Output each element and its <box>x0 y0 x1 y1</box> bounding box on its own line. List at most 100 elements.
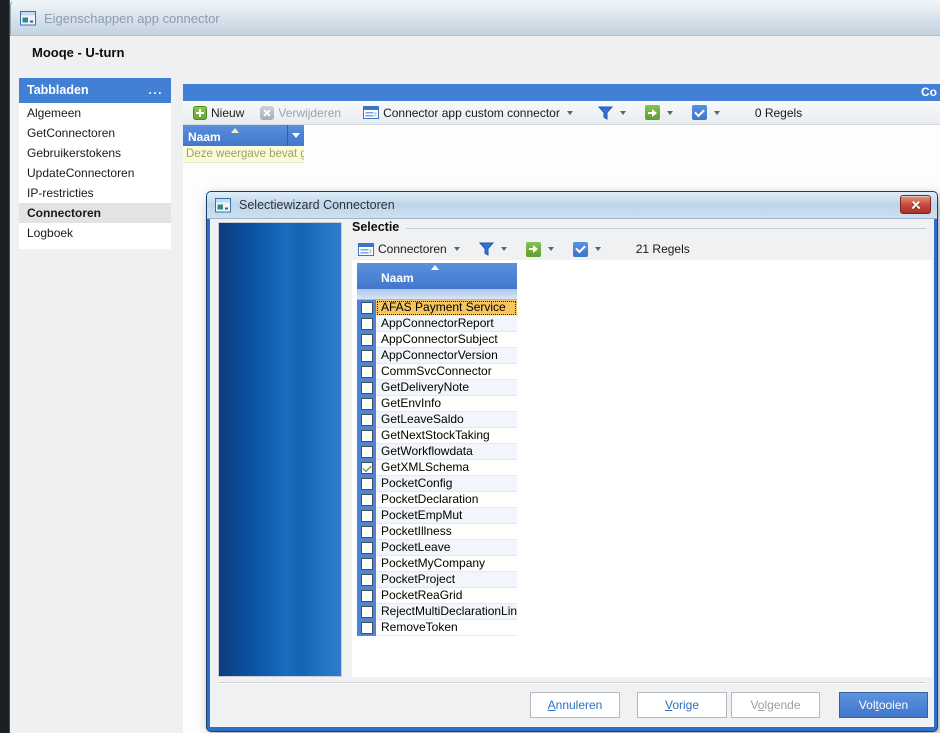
connector-name: PocketIllness <box>376 524 517 540</box>
delete-button[interactable]: Verwijderen <box>256 104 345 122</box>
row-checkbox[interactable] <box>361 318 373 330</box>
sidebar-item-getconnectoren[interactable]: GetConnectoren <box>19 123 171 143</box>
row-checkbox[interactable] <box>361 414 373 426</box>
connector-row-pocketreagrid[interactable]: PocketReaGrid <box>357 588 517 604</box>
filter-row[interactable] <box>357 289 517 300</box>
chevron-down-icon <box>454 247 460 251</box>
dialog-row-count: 21 Regels <box>636 242 690 256</box>
row-checkbox[interactable] <box>361 494 373 506</box>
connector-row-appconnectorreport[interactable]: AppConnectorReport <box>357 316 517 332</box>
connector-row-getnextstocktaking[interactable]: GetNextStockTaking <box>357 428 517 444</box>
dialog-selection-button[interactable] <box>569 240 608 259</box>
connector-row-getdeliverynote[interactable]: GetDeliveryNote <box>357 380 517 396</box>
row-checkbox[interactable] <box>361 542 373 554</box>
connector-row-appconnectorsubject[interactable]: AppConnectorSubject <box>357 332 517 348</box>
window-titlebar[interactable]: Eigenschappen app connector <box>10 0 940 36</box>
column-label: Naam <box>188 130 221 144</box>
footer-divider <box>218 682 926 684</box>
row-checkbox[interactable] <box>361 526 373 538</box>
connector-row-pocketillness[interactable]: PocketIllness <box>357 524 517 540</box>
dialog-export-button[interactable] <box>522 240 561 259</box>
connector-row-getworkflowdata[interactable]: GetWorkflowdata <box>357 444 517 460</box>
filter-button[interactable] <box>594 104 633 122</box>
sidebar-item-ip-restricties[interactable]: IP-restricties <box>19 183 171 203</box>
row-checkbox[interactable] <box>361 510 373 522</box>
window-title: Eigenschappen app connector <box>44 11 220 26</box>
connector-name: GetWorkflowdata <box>376 444 517 460</box>
connector-row-pocketempmut[interactable]: PocketEmpMut <box>357 508 517 524</box>
row-checkbox[interactable] <box>361 478 373 490</box>
export-button[interactable] <box>641 103 680 122</box>
app-window-icon <box>20 11 36 26</box>
sidebar-item-logboek[interactable]: Logboek <box>19 223 171 243</box>
filter-funnel-icon <box>598 106 613 120</box>
back-button[interactable]: Vorige <box>637 692 727 718</box>
connector-name: GetLeaveSaldo <box>376 412 517 428</box>
connector-name: PocketEmpMut <box>376 508 517 524</box>
row-checkbox[interactable] <box>361 574 373 586</box>
connector-row-appconnectorversion[interactable]: AppConnectorVersion <box>357 348 517 364</box>
dialog-filter-button[interactable] <box>475 240 514 258</box>
column-menu-button[interactable] <box>287 125 304 146</box>
connector-name: RemoveToken <box>376 620 517 636</box>
dialog-view-selector[interactable]: Connectoren <box>354 240 467 258</box>
row-checkbox[interactable] <box>361 606 373 618</box>
ellipsis-icon[interactable]: ... <box>148 78 163 103</box>
delete-x-icon <box>260 106 274 120</box>
row-checkbox[interactable] <box>361 350 373 362</box>
connector-row-commsvcconnector[interactable]: CommSvcConnector <box>357 364 517 380</box>
connector-row-getleavesaldo[interactable]: GetLeaveSaldo <box>357 412 517 428</box>
connector-grid: Naam AFAS Payment Service AppConnectorRe… <box>357 263 517 636</box>
connector-row-pocketdeclaration[interactable]: PocketDeclaration <box>357 492 517 508</box>
finish-button[interactable]: Voltooien <box>839 692 928 718</box>
next-button[interactable]: Volgende <box>731 692 820 718</box>
main-grid-column-header[interactable]: Naam <box>183 125 304 146</box>
row-checkbox[interactable] <box>361 398 373 410</box>
row-checkbox[interactable] <box>361 382 373 394</box>
dialog-titlebar[interactable]: Selectiewizard Connectoren <box>207 192 937 219</box>
connector-name: PocketMyCompany <box>376 556 517 572</box>
sidebar-items: Algemeen GetConnectoren Gebruikerstokens… <box>19 103 171 249</box>
row-checkbox[interactable] <box>361 430 373 442</box>
sidebar-item-updateconnectoren[interactable]: UpdateConnectoren <box>19 163 171 183</box>
sidebar-item-connectoren[interactable]: Connectoren <box>19 203 171 223</box>
connector-row-pocketleave[interactable]: PocketLeave <box>357 540 517 556</box>
wizard-side-art <box>218 222 342 677</box>
sidebar-header: Tabbladen ... <box>19 78 171 103</box>
connector-row-pocketconfig[interactable]: PocketConfig <box>357 476 517 492</box>
connector-row-pocketmycompany[interactable]: PocketMyCompany <box>357 556 517 572</box>
connector-grid-header[interactable]: Naam <box>357 263 517 289</box>
row-checkbox[interactable] <box>361 622 373 634</box>
export-arrow-icon <box>526 242 541 257</box>
row-checkbox[interactable] <box>361 334 373 346</box>
connector-row-rejectmultideclarationline[interactable]: RejectMultiDeclarationLine <box>357 604 517 620</box>
connector-row-pocketproject[interactable]: PocketProject <box>357 572 517 588</box>
row-checkbox[interactable] <box>361 446 373 458</box>
close-button[interactable] <box>900 195 931 214</box>
connector-row-afas-payment-service[interactable]: AFAS Payment Service <box>357 300 517 316</box>
view-selector[interactable]: Connector app custom connector <box>359 104 580 122</box>
cancel-button[interactable]: Annuleren <box>530 692 620 718</box>
new-button[interactable]: Nieuw <box>189 104 248 122</box>
connector-name: PocketConfig <box>376 476 517 492</box>
plus-icon <box>193 106 207 120</box>
export-arrow-icon <box>645 105 660 120</box>
main-toolbar: Nieuw Verwijderen Connector app custom c… <box>183 101 940 125</box>
checkmark-icon <box>573 242 588 257</box>
row-checkbox[interactable] <box>361 302 373 314</box>
connector-name: AppConnectorSubject <box>376 332 517 348</box>
connector-row-getenvinfo[interactable]: GetEnvInfo <box>357 396 517 412</box>
connector-row-removetoken[interactable]: RemoveToken <box>357 620 517 636</box>
view-grid-icon <box>358 243 374 256</box>
row-checkbox[interactable] <box>361 366 373 378</box>
connector-row-getxmlschema[interactable]: GetXMLSchema <box>357 460 517 476</box>
selection-button[interactable] <box>688 103 727 122</box>
sidebar-item-algemeen[interactable]: Algemeen <box>19 103 171 123</box>
sidebar-item-gebruikerstokens[interactable]: Gebruikerstokens <box>19 143 171 163</box>
row-checkbox[interactable] <box>361 590 373 602</box>
row-checkbox[interactable] <box>361 462 373 474</box>
chevron-down-icon <box>567 111 573 115</box>
row-checkbox[interactable] <box>361 558 373 570</box>
app-window-icon <box>215 198 231 213</box>
panel-header-title: Co <box>921 85 937 99</box>
